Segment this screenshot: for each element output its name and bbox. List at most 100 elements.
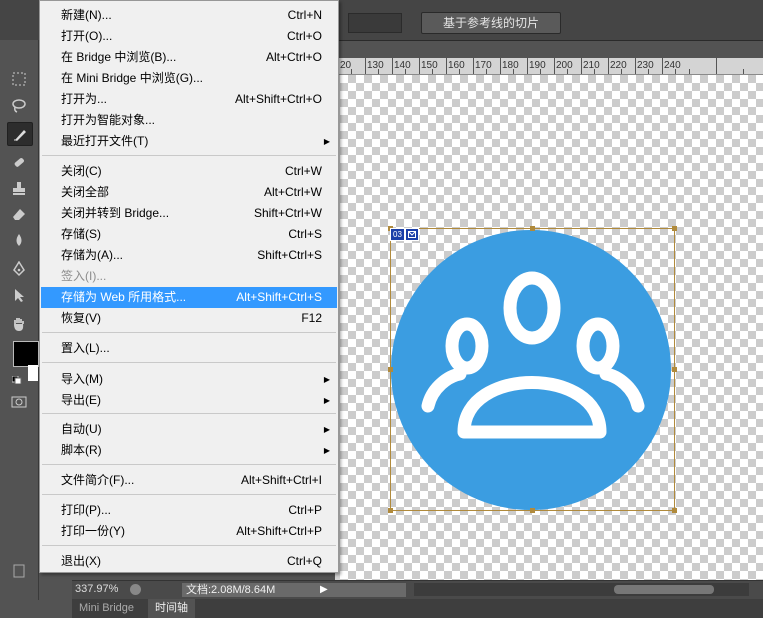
- status-menu-arrow-icon[interactable]: ▶: [320, 584, 328, 595]
- menu-item-label: 自动(U): [61, 422, 102, 436]
- tab-mini-bridge[interactable]: Mini Bridge: [72, 599, 142, 618]
- menu-item-browse-bridge[interactable]: 在 Bridge 中浏览(B)... Alt+Ctrl+O: [41, 47, 337, 68]
- slice-handle[interactable]: [672, 367, 677, 372]
- menu-item-import[interactable]: 导入(M) ▶: [41, 369, 337, 390]
- slice-handle[interactable]: [530, 508, 535, 513]
- menu-item-save[interactable]: 存储(S) Ctrl+S: [41, 224, 337, 245]
- background-color-swatch[interactable]: [28, 365, 38, 381]
- bottom-panel-tabs: Mini Bridge 时间轴: [72, 599, 763, 618]
- menu-item-exit[interactable]: 退出(X) Ctrl+Q: [41, 551, 337, 572]
- menu-item-close-go-bridge[interactable]: 关闭并转到 Bridge... Shift+Ctrl+W: [41, 203, 337, 224]
- slice-tool-icon[interactable]: [7, 122, 33, 146]
- menu-item-label: 置入(L)...: [61, 341, 110, 355]
- menu-item-browse-mini-bridge[interactable]: 在 Mini Bridge 中浏览(G)...: [41, 68, 337, 89]
- menu-item-recent-files[interactable]: 最近打开文件(T) ▶: [41, 131, 337, 152]
- menu-item-shortcut: Ctrl+O: [286, 29, 322, 43]
- ruler-label: 20: [340, 60, 352, 71]
- pen-tool-icon[interactable]: [7, 258, 31, 280]
- slice-handle[interactable]: [388, 508, 393, 513]
- menu-item-open-as[interactable]: 打开为... Alt+Shift+Ctrl+O: [41, 89, 337, 110]
- menu-item-label: 文件简介(F)...: [61, 473, 135, 487]
- tools-panel: [0, 40, 39, 600]
- menu-item-check-in: 签入(I)...: [41, 266, 337, 287]
- menu-item-open[interactable]: 打开(O)... Ctrl+O: [41, 26, 337, 47]
- eraser-tool-icon[interactable]: [7, 203, 31, 225]
- menu-item-label: 在 Bridge 中浏览(B)...: [61, 50, 177, 64]
- ruler-label: 150: [421, 60, 438, 71]
- menu-item-print-one-copy[interactable]: 打印一份(Y) Alt+Shift+Ctrl+P: [41, 521, 337, 542]
- horizontal-scrollbar[interactable]: [414, 583, 749, 596]
- menu-item-shortcut: Ctrl+S: [288, 227, 322, 241]
- blur-tool-icon[interactable]: [7, 229, 31, 251]
- menu-separator: [42, 332, 336, 333]
- menu-item-label: 恢复(V): [61, 311, 101, 325]
- menu-item-label: 存储(S): [61, 227, 101, 241]
- menu-item-label: 关闭(C): [61, 164, 102, 178]
- menu-separator: [42, 362, 336, 363]
- slice-number: 03: [390, 228, 405, 241]
- ruler-label: 240: [664, 60, 681, 71]
- default-colors-icon[interactable]: [11, 373, 22, 385]
- menu-item-label: 关闭并转到 Bridge...: [61, 206, 170, 220]
- status-info-icon[interactable]: [130, 584, 141, 595]
- menu-item-revert[interactable]: 恢复(V) F12: [41, 308, 337, 329]
- menu-item-shortcut: Ctrl+Q: [286, 554, 322, 568]
- menu-item-shortcut: Ctrl+W: [285, 164, 322, 178]
- slice-label-badge: 03: [390, 228, 419, 241]
- path-selection-tool-icon[interactable]: [7, 284, 31, 306]
- menu-item-label: 打印一份(Y): [61, 524, 125, 538]
- menu-item-new[interactable]: 新建(N)... Ctrl+N: [41, 5, 337, 26]
- zoom-level[interactable]: 337.97%: [75, 583, 118, 595]
- menu-item-open-smart-object[interactable]: 打开为智能对象...: [41, 110, 337, 131]
- marquee-tool-icon[interactable]: [7, 68, 31, 90]
- menu-item-automate[interactable]: 自动(U) ▶: [41, 419, 337, 440]
- menu-item-export[interactable]: 导出(E) ▶: [41, 390, 337, 411]
- tab-timeline[interactable]: 时间轴: [148, 599, 195, 618]
- clone-stamp-tool-icon[interactable]: [7, 177, 31, 199]
- user-slice-bounds[interactable]: [390, 228, 675, 511]
- document-info: 文档:2.08M/8.64M: [182, 583, 406, 597]
- submenu-arrow-icon: ▶: [323, 425, 330, 434]
- slice-handle[interactable]: [530, 226, 535, 231]
- slice-handle[interactable]: [672, 226, 677, 231]
- menu-separator: [42, 494, 336, 495]
- lasso-tool-icon[interactable]: [7, 95, 31, 117]
- slices-from-guides-button[interactable]: 基于参考线的切片: [421, 12, 561, 34]
- menu-item-shortcut: Alt+Shift+Ctrl+S: [236, 290, 322, 304]
- menu-item-close-all[interactable]: 关闭全部 Alt+Ctrl+W: [41, 182, 337, 203]
- menu-separator: [42, 464, 336, 465]
- ruler-label: 170: [475, 60, 492, 71]
- menu-item-shortcut: Shift+Ctrl+W: [253, 206, 322, 220]
- menu-item-label: 退出(X): [61, 554, 101, 568]
- ruler-label: 130: [367, 60, 384, 71]
- menu-item-save-for-web[interactable]: 存储为 Web 所用格式... Alt+Shift+Ctrl+S: [41, 287, 337, 308]
- submenu-arrow-icon: ▶: [323, 375, 330, 384]
- menu-item-label: 新建(N)...: [61, 8, 112, 22]
- menu-item-close[interactable]: 关闭(C) Ctrl+W: [41, 161, 337, 182]
- menu-item-label: 脚本(R): [61, 443, 102, 457]
- menu-item-file-info[interactable]: 文件简介(F)... Alt+Shift+Ctrl+I: [41, 470, 337, 491]
- screen-mode-icon[interactable]: [12, 563, 26, 579]
- slice-handle[interactable]: [388, 367, 393, 372]
- submenu-arrow-icon: ▶: [323, 396, 330, 405]
- menu-item-shortcut: F12: [301, 311, 322, 325]
- submenu-arrow-icon: ▶: [323, 446, 330, 455]
- menu-item-label: 导出(E): [61, 393, 101, 407]
- menu-item-label: 关闭全部: [61, 185, 110, 199]
- hand-tool-icon[interactable]: [7, 313, 31, 335]
- option-field-2[interactable]: [348, 13, 402, 33]
- menu-item-label: 打开(O)...: [61, 29, 113, 43]
- quick-mask-icon[interactable]: [11, 396, 27, 408]
- menu-item-save-as[interactable]: 存储为(A)... Shift+Ctrl+S: [41, 245, 337, 266]
- foreground-color-swatch[interactable]: [13, 341, 39, 367]
- menu-item-print[interactable]: 打印(P)... Ctrl+P: [41, 500, 337, 521]
- menu-item-label: 签入(I)...: [61, 269, 107, 283]
- status-bar: 337.97% 文档:2.08M/8.64M ▶: [72, 580, 763, 599]
- scrollbar-thumb[interactable]: [614, 585, 714, 594]
- healing-brush-tool-icon[interactable]: [7, 151, 31, 173]
- menu-item-shortcut: Alt+Shift+Ctrl+O: [234, 92, 322, 106]
- menu-item-place[interactable]: 置入(L)...: [41, 338, 337, 359]
- menu-item-scripts[interactable]: 脚本(R) ▶: [41, 440, 337, 461]
- ruler-label: 160: [448, 60, 465, 71]
- slice-handle[interactable]: [672, 508, 677, 513]
